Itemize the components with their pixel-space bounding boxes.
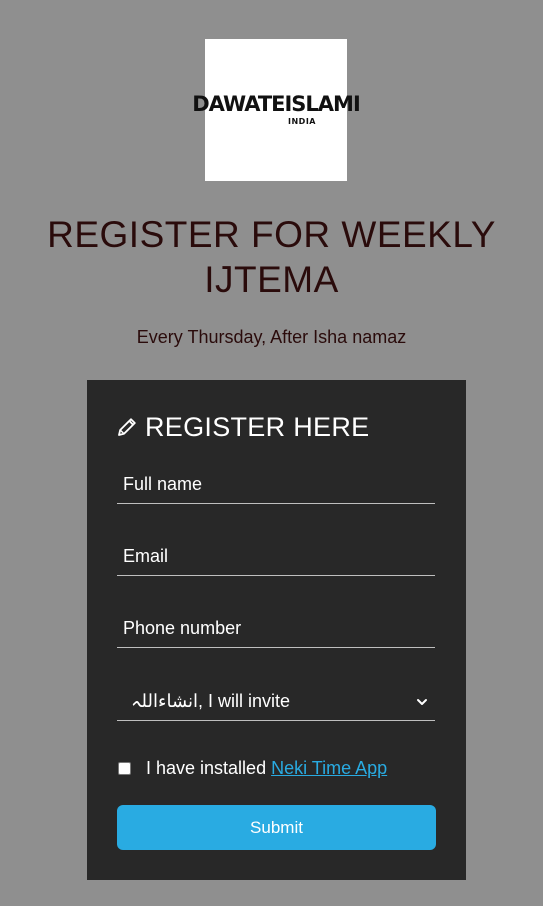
- logo: DAWATEISLAMI INDIA: [192, 39, 361, 181]
- checkbox-label: I have installed: [146, 758, 267, 778]
- form-heading: REGISTER HERE: [115, 410, 369, 444]
- app-installed-checkbox[interactable]: [118, 762, 131, 775]
- submit-button[interactable]: Submit: [117, 805, 436, 850]
- full-name-input[interactable]: [117, 466, 435, 504]
- neki-time-app-link[interactable]: Neki Time App: [271, 758, 387, 779]
- chevron-down-icon: [417, 698, 427, 705]
- phone-input[interactable]: [117, 610, 435, 648]
- logo-text: DAWATEISLAMI: [192, 92, 361, 116]
- pencil-icon: [118, 418, 136, 436]
- email-input[interactable]: [117, 538, 435, 576]
- form-heading-label: REGISTER HERE: [145, 411, 370, 442]
- app-installed-row: I have installed Neki Time App: [117, 758, 387, 779]
- invite-select-value: انشاءاللہ, I will invite: [131, 691, 291, 711]
- page-title: REGISTER FOR WEEKLY IJTEMA: [47, 214, 496, 300]
- page-subtitle: Every Thursday, After Isha namaz: [136, 327, 407, 347]
- logo-subtext: INDIA: [288, 117, 316, 126]
- invite-select[interactable]: انشاءاللہ, I will invite: [117, 683, 435, 721]
- registration-card: REGISTER HERE انشاءاللہ, I will invite I…: [87, 380, 466, 880]
